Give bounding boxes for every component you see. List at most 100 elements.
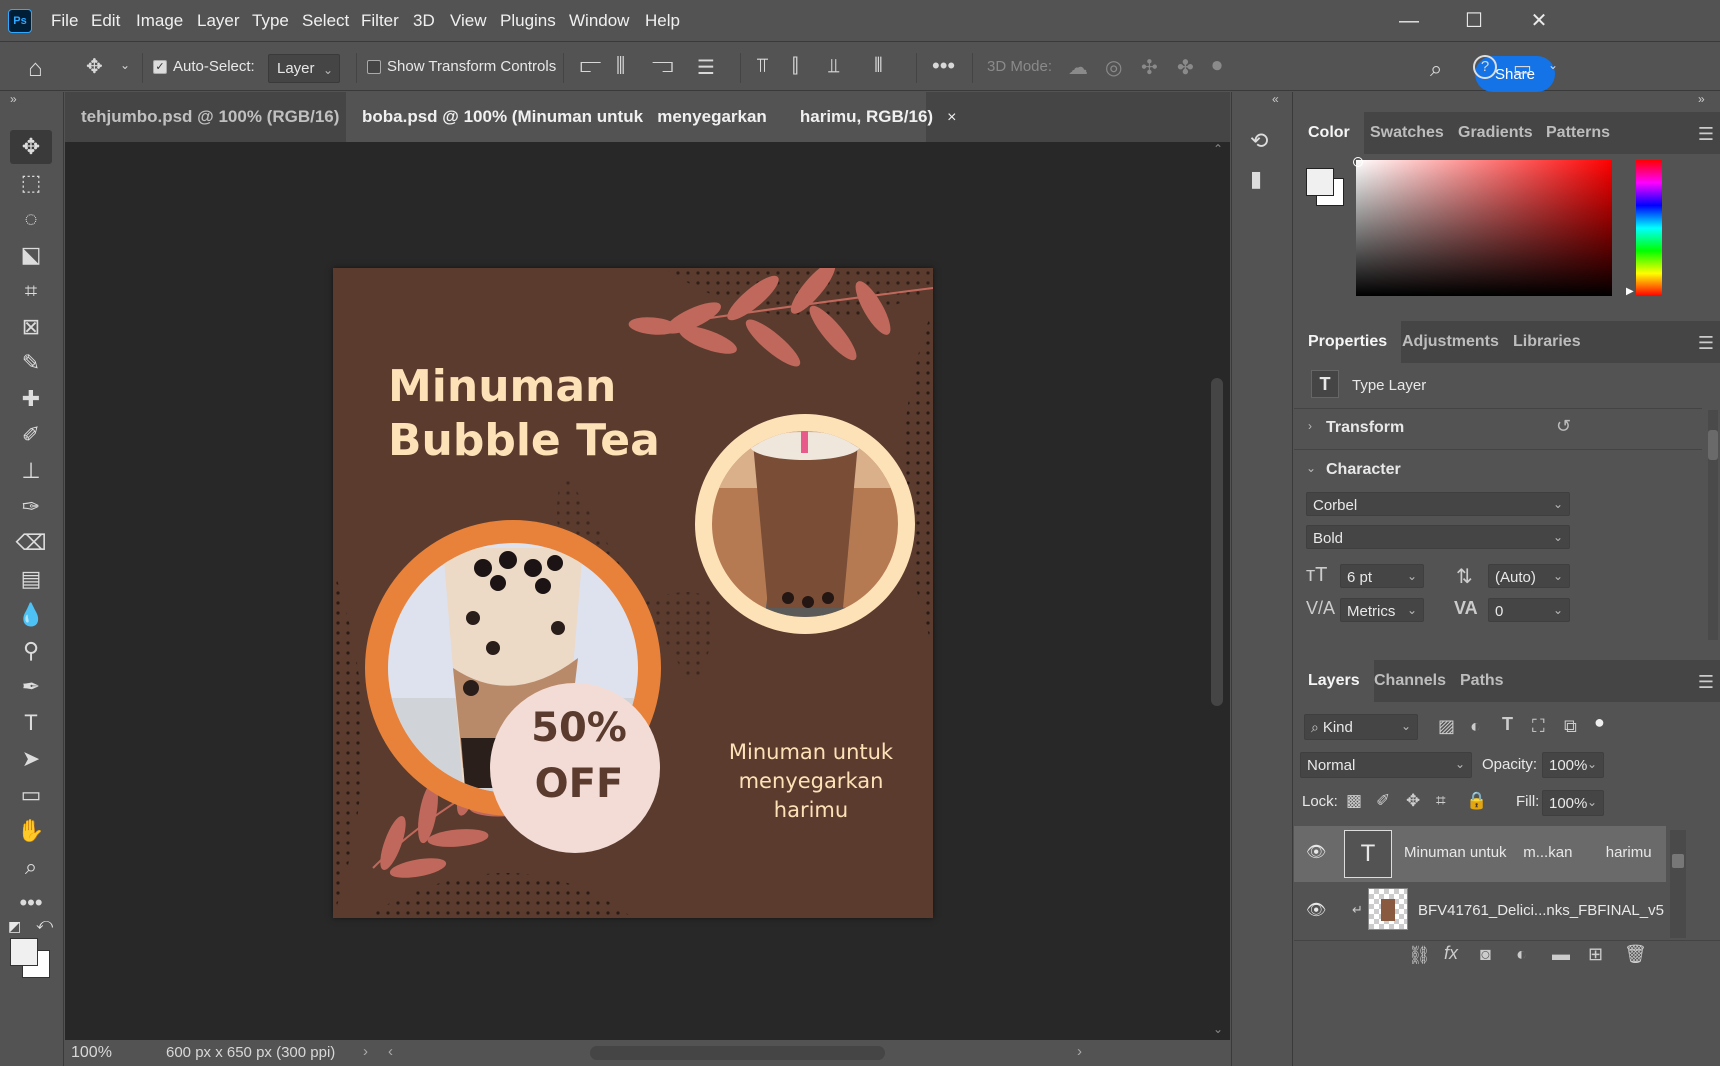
lock-transparency-icon[interactable]: ▩ [1346,791,1362,811]
layer-effects-icon[interactable]: fx [1444,943,1458,964]
type-tool-icon[interactable]: T [10,706,52,740]
hand-tool-icon[interactable]: ✋ [10,814,52,848]
lock-pixels-icon[interactable]: ✐ [1376,791,1390,811]
more-options-icon[interactable]: ••• [932,53,955,79]
show-transform-checkbox[interactable]: Show Transform Controls [367,58,556,75]
align-bottom-icon[interactable]: ⫫ [828,55,839,78]
new-layer-icon[interactable]: ⊞ [1588,944,1603,965]
collapse-icon[interactable]: » [10,92,17,106]
default-colors-icon[interactable]: ◩ [8,918,21,935]
lasso-tool-icon[interactable]: ◌ [10,202,52,236]
minimize-button[interactable]: — [1389,6,1429,36]
filter-smart-object-icon[interactable]: ⧉ [1564,716,1577,737]
menu-image[interactable]: Image [136,11,183,31]
dodge-tool-icon[interactable]: ⚲ [10,634,52,668]
brush-tool-icon[interactable]: ✐ [10,418,52,452]
zoom-tool-icon[interactable]: ⌕ [10,850,52,884]
menu-edit[interactable]: Edit [91,11,120,31]
horizontal-scrollbar-thumb[interactable] [590,1046,885,1060]
chevron-down-icon[interactable]: ⌄ [120,58,130,72]
history-brush-tool-icon[interactable]: ✑ [10,490,52,524]
fill-field[interactable]: 100% ⌄ [1542,790,1604,816]
comments-icon[interactable]: ▮ [1250,166,1262,192]
scroll-up-icon[interactable]: ⌃ [1213,142,1223,156]
scroll-left-icon[interactable]: ‹ [388,1043,393,1060]
eyedropper-tool-icon[interactable]: ✎ [10,346,52,380]
healing-brush-tool-icon[interactable]: ✚ [10,382,52,416]
panel-menu-icon[interactable]: ☰ [1698,672,1714,693]
filter-pixel-icon[interactable]: ▨ [1438,716,1455,737]
scrollbar-thumb[interactable] [1211,378,1223,706]
reset-icon[interactable]: ↺ [1556,416,1571,437]
move-tool-icon[interactable]: ✥ [86,54,103,79]
swap-colors-icon[interactable]: ⤺ [36,916,53,934]
eraser-tool-icon[interactable]: ⌫ [10,526,52,560]
lock-position-icon[interactable]: ✥ [1406,791,1420,811]
leading-field[interactable]: (Auto) ⌄ [1488,564,1570,588]
document-canvas[interactable]: Minuman Bubble Tea 50% OFF Minuman untuk… [333,268,933,918]
distribute-vertical-icon[interactable]: ⦀ [874,55,883,78]
menu-3d[interactable]: 3D [413,11,435,31]
new-group-icon[interactable]: ▬ [1552,944,1570,965]
close-tab-icon[interactable]: × [947,109,956,126]
menu-file[interactable]: File [51,11,78,31]
blur-tool-icon[interactable]: 💧 [10,598,52,632]
chevron-down-icon[interactable]: ⌄ [1548,58,1558,72]
expand-panels-icon[interactable]: » [1698,92,1705,106]
object-select-tool-icon[interactable]: ⬕ [10,238,52,272]
tracking-field[interactable]: 0 ⌄ [1488,598,1570,622]
vertical-scrollbar[interactable]: ⌃ ⌄ [1205,142,1230,1040]
tab-tehjumbo[interactable]: tehjumbo.psd @ 100% (RGB/16)× [65,92,363,142]
foreground-color-swatch[interactable] [10,938,38,966]
font-style-dropdown[interactable]: Bold ⌄ [1306,525,1570,549]
color-picker-handle[interactable] [1353,157,1363,167]
crop-tool-icon[interactable]: ⌗ [10,274,52,308]
help-icon[interactable]: ? [1473,55,1497,79]
frame-tool-icon[interactable]: ⊠ [10,310,52,344]
tab-swatches[interactable]: Swatches [1356,112,1458,154]
character-section-label[interactable]: Character [1326,461,1401,479]
scroll-down-icon[interactable]: ⌄ [1213,1022,1223,1036]
auto-select-checkbox[interactable]: ✓ Auto-Select: [153,58,255,75]
menu-layer[interactable]: Layer [197,11,240,31]
tab-properties[interactable]: Properties [1294,321,1402,363]
layers-scrollbar[interactable] [1670,830,1686,938]
eye-icon[interactable]: 👁 [1306,842,1326,862]
filter-toggle-icon[interactable]: ● [1594,712,1605,733]
font-size-field[interactable]: 6 pt ⌄ [1340,564,1424,588]
filter-adjustment-icon[interactable]: ◐ [1470,716,1481,737]
scroll-right-icon[interactable]: › [1077,1043,1082,1060]
kerning-field[interactable]: Metrics ⌄ [1340,598,1424,622]
marquee-tool-icon[interactable]: ⬚ [10,166,52,200]
search-icon[interactable]: ⌕ [1430,56,1442,82]
panel-menu-icon[interactable]: ☰ [1698,333,1714,354]
zoom-level[interactable]: 100% [71,1044,112,1062]
chevron-down-icon[interactable]: ⌄ [1306,461,1316,475]
more-tools-icon[interactable]: ••• [10,886,52,920]
maximize-button[interactable]: ☐ [1454,6,1494,36]
properties-scrollbar[interactable] [1708,410,1718,640]
clone-stamp-tool-icon[interactable]: ⊥ [10,454,52,488]
menu-help[interactable]: Help [645,11,680,31]
delete-layer-icon[interactable]: 🗑 [1624,944,1647,965]
path-select-tool-icon[interactable]: ➤ [10,742,52,776]
menu-view[interactable]: View [450,11,487,31]
transform-section-label[interactable]: Transform [1326,419,1404,437]
tab-adjustments[interactable]: Adjustments [1388,321,1513,363]
eye-icon[interactable]: 👁 [1306,900,1326,920]
color-foreground-swatch[interactable] [1306,168,1334,196]
pen-tool-icon[interactable]: ✒ [10,670,52,704]
blend-mode-dropdown[interactable]: Normal ⌄ [1300,752,1472,778]
menu-type[interactable]: Type [252,11,289,31]
close-window-button[interactable]: ✕ [1519,6,1559,36]
history-icon[interactable]: ⟲ [1250,128,1268,154]
tab-paths[interactable]: Paths [1446,660,1518,702]
menu-select[interactable]: Select [302,11,349,31]
status-expand-icon[interactable]: › [363,1043,368,1060]
layer-row[interactable]: 👁 ↵ BFV41761_Delici...nks_FBFINAL_v5 [1294,882,1666,938]
auto-select-target-dropdown[interactable]: Layer ⌄ [268,54,340,83]
opacity-field[interactable]: 100% ⌄ [1542,752,1604,778]
align-middle-icon[interactable]: ⫿ [792,55,798,78]
menu-window[interactable]: Window [569,11,629,31]
filter-type-icon[interactable]: T [1502,714,1513,735]
